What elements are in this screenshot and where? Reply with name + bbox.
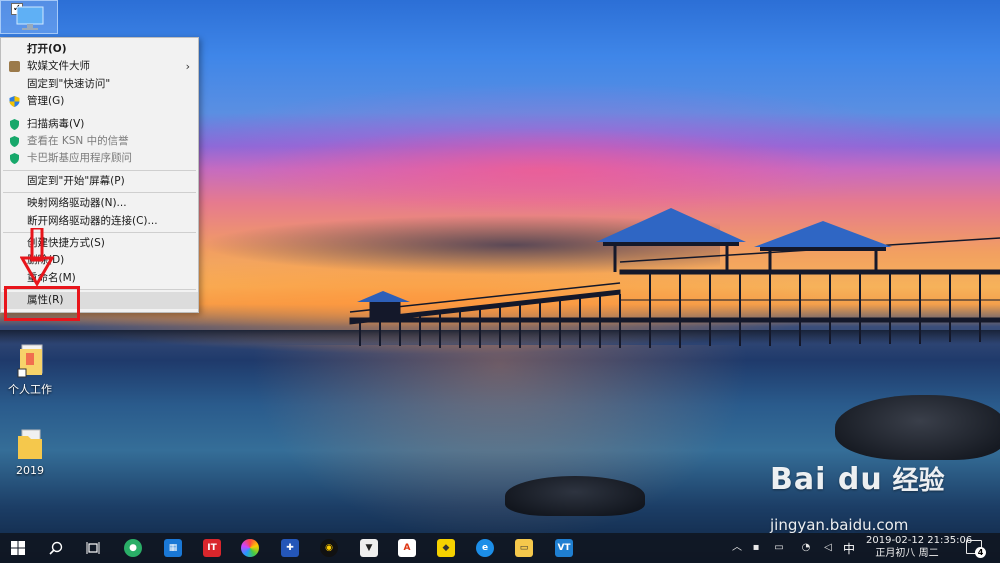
menu-item-pin-start[interactable]: 固定到"开始"屏幕(P) xyxy=(1,173,198,190)
menu-separator xyxy=(3,169,196,171)
this-pc-icon-selected[interactable]: ✓ xyxy=(0,0,58,34)
taskbar-qq[interactable]: ◉ xyxy=(311,533,347,563)
tools-icon: ✚ xyxy=(281,539,299,557)
ie-browser-icon: e xyxy=(476,539,494,557)
desktop-icon-personal-work[interactable]: 个人工作 xyxy=(0,343,60,397)
taskbar-tools[interactable]: ✚ xyxy=(272,533,308,563)
clock-time: 2019-02-12 21:35:06 xyxy=(866,535,973,546)
folder-icon xyxy=(18,429,42,459)
clock-date: 正月初八 周二 xyxy=(875,548,939,559)
ruanmei-icon xyxy=(9,61,20,73)
kaspersky-icon xyxy=(10,135,19,147)
colorful-app-icon xyxy=(241,539,259,557)
taskbar-adobe-reader[interactable]: A xyxy=(389,533,425,563)
watermark-logo: Bai du xyxy=(770,462,883,497)
search-button[interactable] xyxy=(38,533,74,563)
menu-item-open[interactable]: 打开(O) xyxy=(1,41,198,58)
kaspersky-icon xyxy=(10,153,19,165)
document-folder-icon xyxy=(17,344,43,378)
task-view-button[interactable] xyxy=(75,533,111,563)
menu-item-map-drive[interactable]: 映射网络驱动器(N)... xyxy=(1,195,198,212)
desktop-icon-label: 2019 xyxy=(16,464,44,477)
taskbar-calculator[interactable]: ▦ xyxy=(155,533,191,563)
baidu-jingyan-watermark: Bai du 经验 jingyan.baidu.com xyxy=(770,460,945,534)
file-explorer-icon: ▭ xyxy=(515,539,533,557)
taskbar-wechat[interactable]: ● xyxy=(115,533,151,563)
menu-item-ruanmei[interactable]: 软媒文件大师 › xyxy=(1,58,198,75)
vm-app-icon: VT xyxy=(555,539,573,557)
netease-icon: IT xyxy=(203,539,221,557)
taskbar-file-explorer[interactable]: ▭ xyxy=(506,533,542,563)
tray-battery-icon[interactable]: ▭ xyxy=(773,542,785,554)
menu-item-manage[interactable]: 管理(G) xyxy=(1,93,198,110)
menu-item-pin-quick-access[interactable]: 固定到"快速访问" xyxy=(1,76,198,93)
desktop-icon-2019[interactable]: 2019 xyxy=(0,428,60,477)
taskbar: ● ▦ IT ✚ ◉ ▼ A ◆ e ▭ VT ︿ ▪ ▭ ◔ ◁ 中 2019… xyxy=(0,533,1000,563)
task-view-icon xyxy=(86,542,100,554)
taskbar-ie[interactable]: e xyxy=(467,533,503,563)
calculator-icon: ▦ xyxy=(164,539,182,557)
desktop-icon-label: 个人工作 xyxy=(8,383,52,396)
annotation-arrow-icon xyxy=(20,228,54,286)
taskbar-fox[interactable]: ▼ xyxy=(351,533,387,563)
kaspersky-icon xyxy=(10,118,19,130)
watermark-cn: 经验 xyxy=(892,466,945,496)
tray-app-icon[interactable]: ▪ xyxy=(750,542,762,554)
yellow-app-icon: ◆ xyxy=(437,539,455,557)
chevron-right-icon: › xyxy=(185,60,190,74)
search-icon xyxy=(49,541,63,555)
taskbar-netease[interactable]: IT xyxy=(194,533,230,563)
menu-separator xyxy=(3,192,196,194)
shield-uac-icon xyxy=(9,96,20,108)
taskbar-yellow-app[interactable]: ◆ xyxy=(428,533,464,563)
tray-ime-indicator[interactable]: 中 xyxy=(843,540,855,557)
start-button[interactable] xyxy=(0,533,36,563)
watermark-url: jingyan.baidu.com xyxy=(770,516,909,534)
menu-item-kaspersky-advisor[interactable]: 卡巴斯基应用程序顾问 xyxy=(1,150,198,167)
wechat-icon: ● xyxy=(124,539,142,557)
adobe-reader-icon: A xyxy=(398,539,416,557)
menu-item-scan-virus[interactable]: 扫描病毒(V) xyxy=(1,116,198,133)
annotation-highlight-box xyxy=(4,286,80,321)
tray-clock[interactable]: 2019-02-12 21:35:06 正月初八 周二 xyxy=(866,534,973,561)
fox-icon: ▼ xyxy=(360,539,378,557)
taskbar-vm-app[interactable]: VT xyxy=(546,533,582,563)
windows-start-icon xyxy=(11,541,25,555)
computer-icon xyxy=(16,6,44,30)
tray-network-icon[interactable]: ◔ xyxy=(800,542,812,554)
taskbar-colorful-app[interactable] xyxy=(232,533,268,563)
tray-volume-icon[interactable]: ◁ xyxy=(822,542,834,554)
qq-icon: ◉ xyxy=(320,539,338,557)
notification-count-badge: 4 xyxy=(975,547,986,558)
tray-chevron-up-icon[interactable]: ︿ xyxy=(731,542,743,554)
menu-item-ksn-reputation[interactable]: 查看在 KSN 中的信誉 xyxy=(1,133,198,150)
